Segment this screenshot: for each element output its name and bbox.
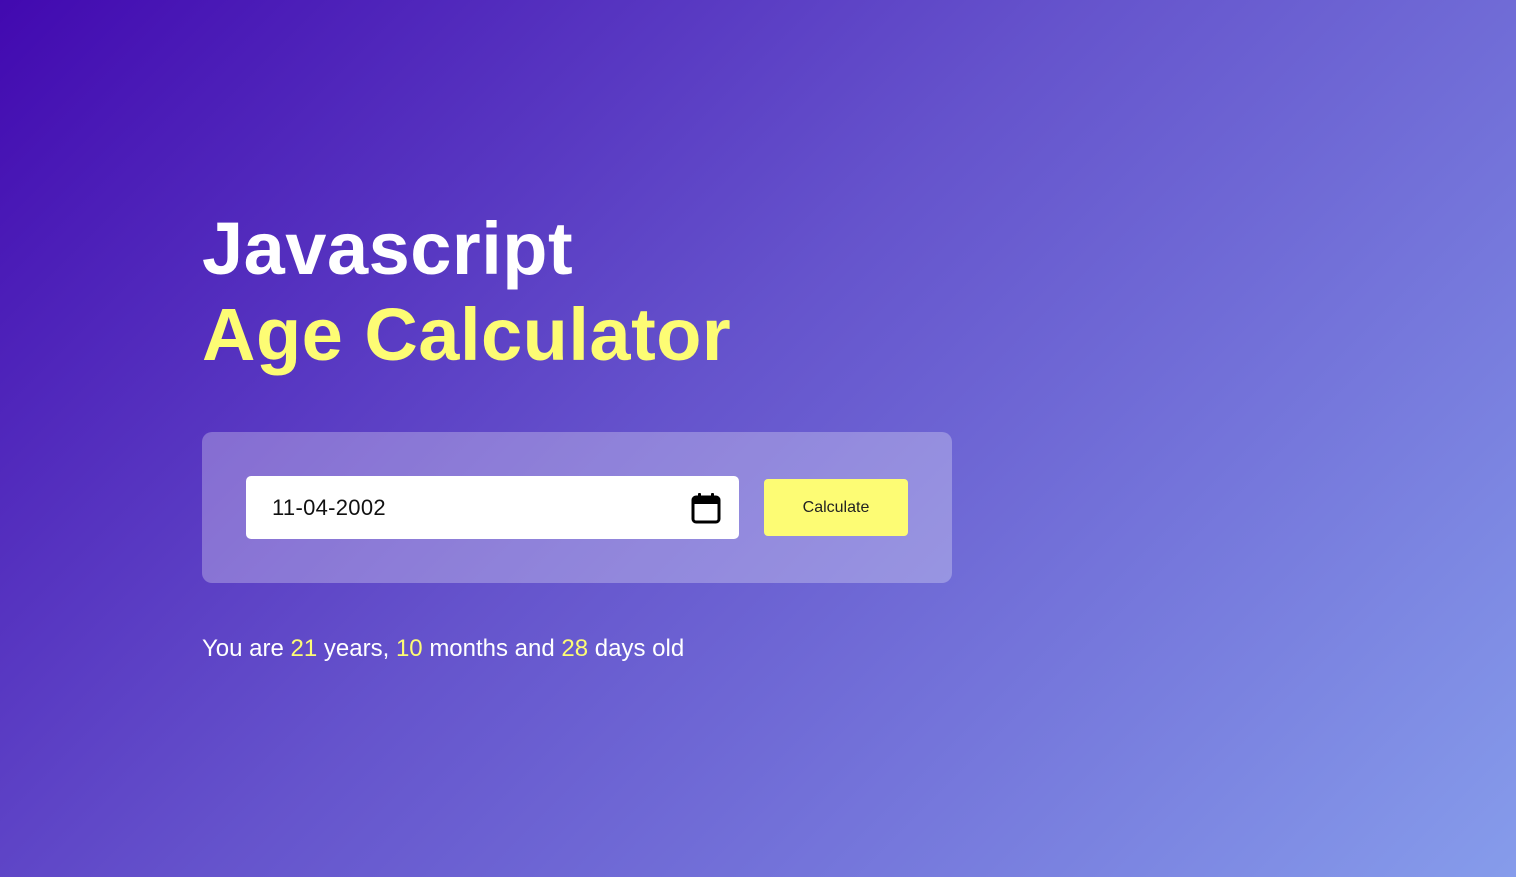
calculate-button[interactable]: Calculate <box>764 479 908 536</box>
result-days: 28 <box>561 635 589 662</box>
title-line-javascript: Javascript <box>202 207 574 290</box>
calendar-icon[interactable] <box>691 492 721 524</box>
input-card: 11-04-2002 Calculate <box>202 432 952 583</box>
title-line-age-calculator: Age Calculator <box>202 293 732 376</box>
result-months: 10 <box>395 635 423 662</box>
result-days-label: days old <box>594 635 685 662</box>
age-result: You are 21 years, 10 months and 28 days … <box>202 635 952 663</box>
result-prefix: You are <box>202 635 284 662</box>
result-years: 21 <box>290 635 318 662</box>
birthdate-input[interactable]: 11-04-2002 <box>246 476 739 539</box>
age-calculator: Javascript Age Calculator 11-04-2002 Cal… <box>202 206 952 663</box>
result-months-label: months and <box>429 635 555 662</box>
result-years-label: years, <box>323 635 390 662</box>
page-title: Javascript Age Calculator <box>202 206 952 378</box>
birthdate-value[interactable]: 11-04-2002 <box>272 495 691 521</box>
